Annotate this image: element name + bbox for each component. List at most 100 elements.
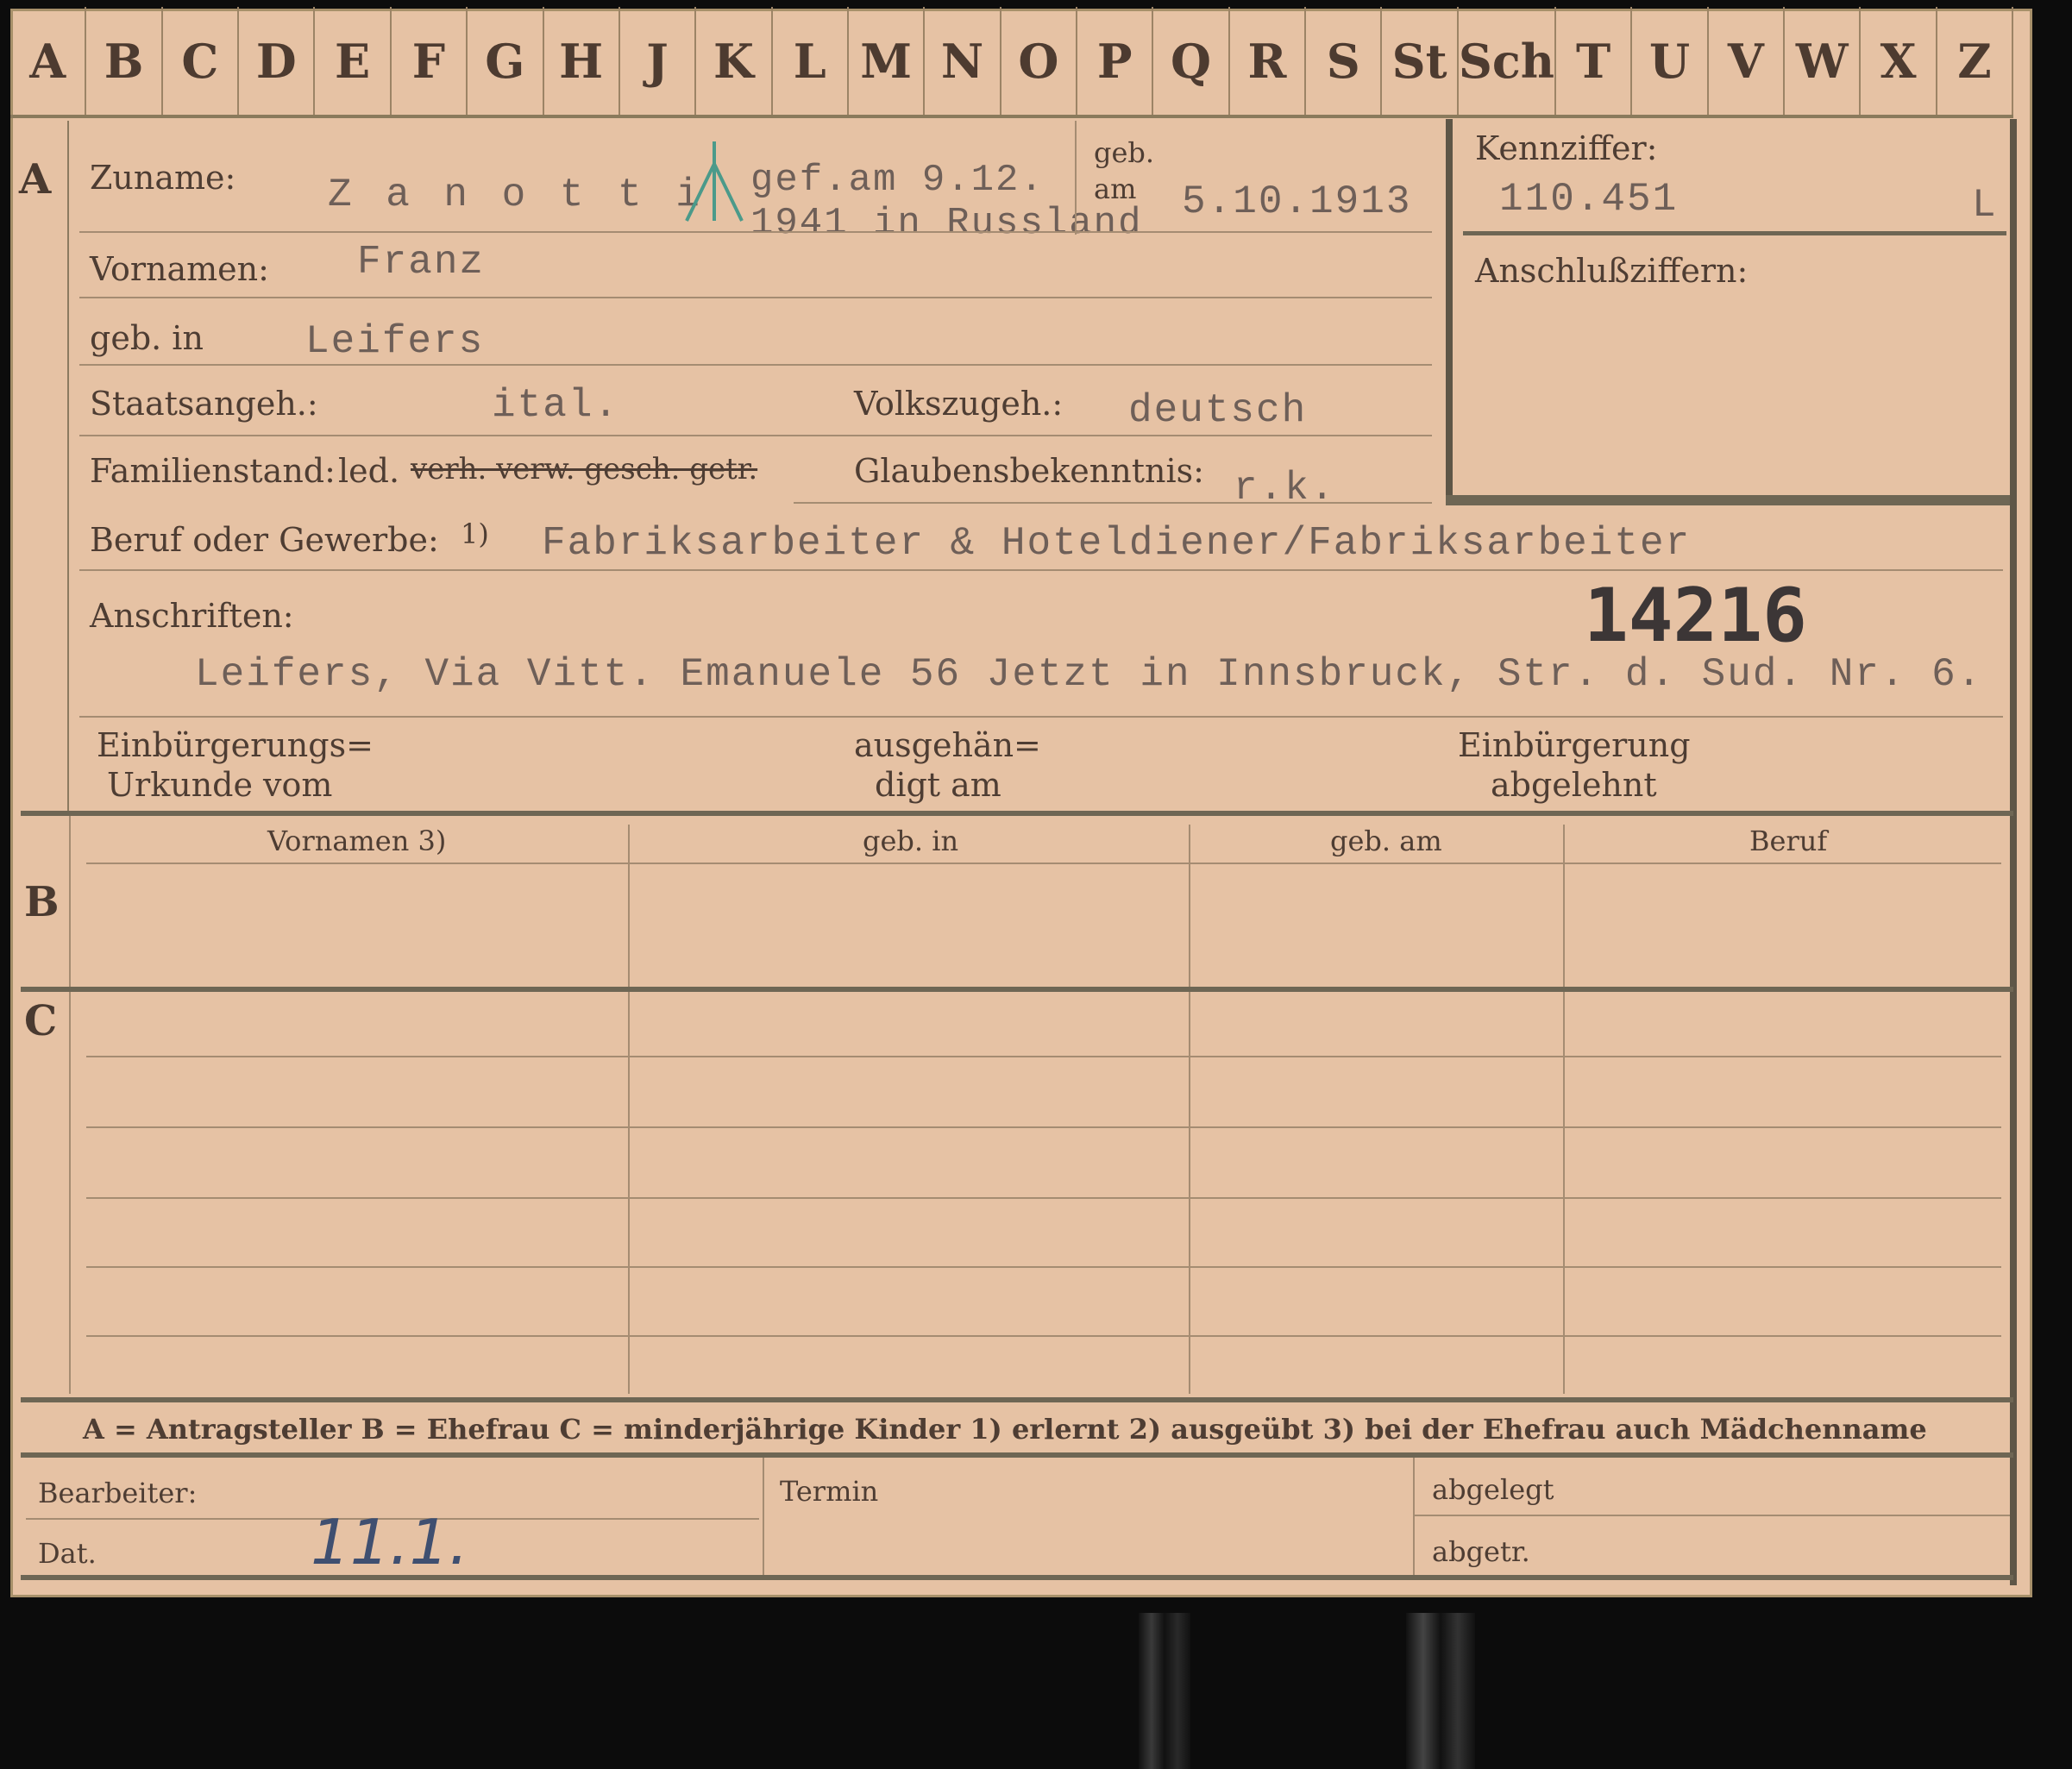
row-line-glaube xyxy=(794,502,1432,504)
alphabet-tab-u: U xyxy=(1632,7,1709,115)
ausgehaendigt-label-2: digt am xyxy=(875,766,1001,804)
geb-am-divider xyxy=(1075,121,1077,235)
abgetr-label: abgetr. xyxy=(1432,1535,1530,1568)
legend-top-border xyxy=(21,1397,2013,1402)
section-c-line-4 xyxy=(86,1266,2001,1268)
alphabet-tab-d: D xyxy=(239,7,316,115)
card-bottom-border xyxy=(21,1575,2013,1580)
alphabet-tab-r: R xyxy=(1230,7,1307,115)
einb-abgelehnt-label-1: Einbürgerung xyxy=(1458,726,1691,764)
section-c-line-2 xyxy=(86,1126,2001,1128)
section-b-header-line xyxy=(86,863,2001,864)
footer-divider-2 xyxy=(1413,1458,1415,1575)
alphabet-tab-f: F xyxy=(392,7,468,115)
volk-value: deutsch xyxy=(1128,388,1308,433)
alphabet-tab-k: K xyxy=(696,7,773,115)
alphabet-tab-p: P xyxy=(1077,7,1154,115)
staat-value: ital. xyxy=(492,383,620,428)
alphabet-tab-st: St xyxy=(1382,7,1459,115)
section-c-line-1 xyxy=(86,1056,2001,1057)
gefallen-line-2: 1941 in Russland xyxy=(750,202,1143,245)
section-a-divider xyxy=(67,121,69,811)
abgelegt-label: abgelegt xyxy=(1432,1473,1554,1506)
col-divider-3 xyxy=(1563,825,1565,1394)
kennziffer-divider xyxy=(1463,231,2006,235)
death-rune-icon xyxy=(685,141,744,222)
kennziffer-box-left xyxy=(1446,119,1453,505)
alphabet-tab-n: N xyxy=(925,7,1001,115)
section-c-line-5 xyxy=(86,1335,2001,1337)
kennziffer-box-bottom xyxy=(1446,495,2015,505)
section-c-letter: C xyxy=(24,997,58,1045)
geb-in-value: Leifers xyxy=(305,319,485,364)
beruf-footnote-mark: 1) xyxy=(461,518,489,550)
alphabet-tab-b: B xyxy=(86,7,163,115)
geb-am-label-1: geb. xyxy=(1094,136,1155,169)
staat-label: Staatsangeh.: xyxy=(90,385,318,423)
row-line-zuname xyxy=(79,231,1432,233)
footer-line-right xyxy=(1415,1515,2010,1516)
ausgehaendigt-label-1: ausgehän= xyxy=(854,726,1041,764)
legend-text: A = Antragsteller B = Ehefrau C = minder… xyxy=(83,1413,1927,1446)
termin-label: Termin xyxy=(780,1475,879,1508)
scanner-streak-1 xyxy=(1139,1613,1190,1769)
row-line-vornamen xyxy=(79,297,1432,298)
kennziffer-label: Kennziffer: xyxy=(1475,129,1658,167)
kennziffer-mark: L xyxy=(1972,183,1998,228)
alphabet-tab-a: A xyxy=(10,7,87,115)
alphabet-tab-h: H xyxy=(544,7,620,115)
col-divider-1 xyxy=(628,825,630,1394)
volk-label: Volkszugeh.: xyxy=(854,385,1064,423)
anschrift-value: Leifers, Via Vitt. Emanuele 56 Jetzt in … xyxy=(195,652,1983,697)
footer-divider-1 xyxy=(763,1458,764,1575)
familienstand-value: led. xyxy=(338,452,400,490)
row-line-anschrift xyxy=(79,716,2003,718)
alphabet-tab-c: C xyxy=(163,7,240,115)
alphabet-tab-z: Z xyxy=(1937,7,2014,115)
alphabet-tab-o: O xyxy=(1001,7,1078,115)
col-header-vornamen: Vornamen 3) xyxy=(267,825,447,857)
bearbeiter-label: Bearbeiter: xyxy=(38,1477,198,1509)
section-c-line-3 xyxy=(86,1197,2001,1199)
alphabet-tab-sch: Sch xyxy=(1459,7,1556,115)
zuname-label: Zuname: xyxy=(90,159,236,197)
row-line-beruf xyxy=(79,569,2003,571)
section-b-letter: B xyxy=(24,878,60,926)
col-header-geb-in: geb. in xyxy=(863,825,959,857)
section-a-letter: A xyxy=(19,155,52,204)
legend-bottom-border xyxy=(21,1452,2013,1458)
dat-label: Dat. xyxy=(38,1537,97,1570)
section-bc-left-divider xyxy=(69,816,71,1394)
alphabet-tab-m: M xyxy=(849,7,926,115)
vornamen-label: Vornamen: xyxy=(90,250,269,288)
geb-am-label-2: am xyxy=(1094,173,1137,205)
glaube-value: r.k. xyxy=(1234,466,1336,511)
section-c-top-border xyxy=(21,987,2013,992)
vornamen-value: Franz xyxy=(357,240,486,285)
geb-in-label: geb. in xyxy=(90,319,204,357)
alphabet-tab-l: L xyxy=(773,7,849,115)
alphabet-tab-v: V xyxy=(1709,7,1786,115)
dat-value: 11.1. xyxy=(311,1506,469,1578)
zuname-value: Z a n o t t i xyxy=(328,173,705,217)
alphabet-tab-e: E xyxy=(315,7,392,115)
col-header-beruf: Beruf xyxy=(1749,825,1828,857)
anschriften-label: Anschriften: xyxy=(90,597,294,635)
col-header-geb-am: geb. am xyxy=(1330,825,1442,857)
card-right-edge xyxy=(2010,119,2017,1585)
beruf-value: Fabriksarbeiter & Hoteldiener/Fabriksarb… xyxy=(542,521,1692,566)
row-line-geb-in xyxy=(79,364,1432,366)
row-line-staat xyxy=(79,435,1432,436)
alphabet-tab-j: J xyxy=(620,7,697,115)
alphabet-tab-q: Q xyxy=(1153,7,1230,115)
col-divider-2 xyxy=(1189,825,1190,1394)
scanner-streak-2 xyxy=(1406,1613,1475,1769)
alphabet-tab-x: X xyxy=(1861,7,1937,115)
alphabet-tab-g: G xyxy=(468,7,544,115)
einb-abgelehnt-label-2: abgelehnt xyxy=(1491,766,1657,804)
familienstand-label: Familienstand: xyxy=(90,452,336,490)
geb-am-value: 5.10.1913 xyxy=(1182,179,1412,224)
alphabet-tab-w: W xyxy=(1785,7,1862,115)
glaube-label: Glaubensbekenntnis: xyxy=(854,452,1204,490)
kennziffer-value: 110.451 xyxy=(1499,177,1679,222)
